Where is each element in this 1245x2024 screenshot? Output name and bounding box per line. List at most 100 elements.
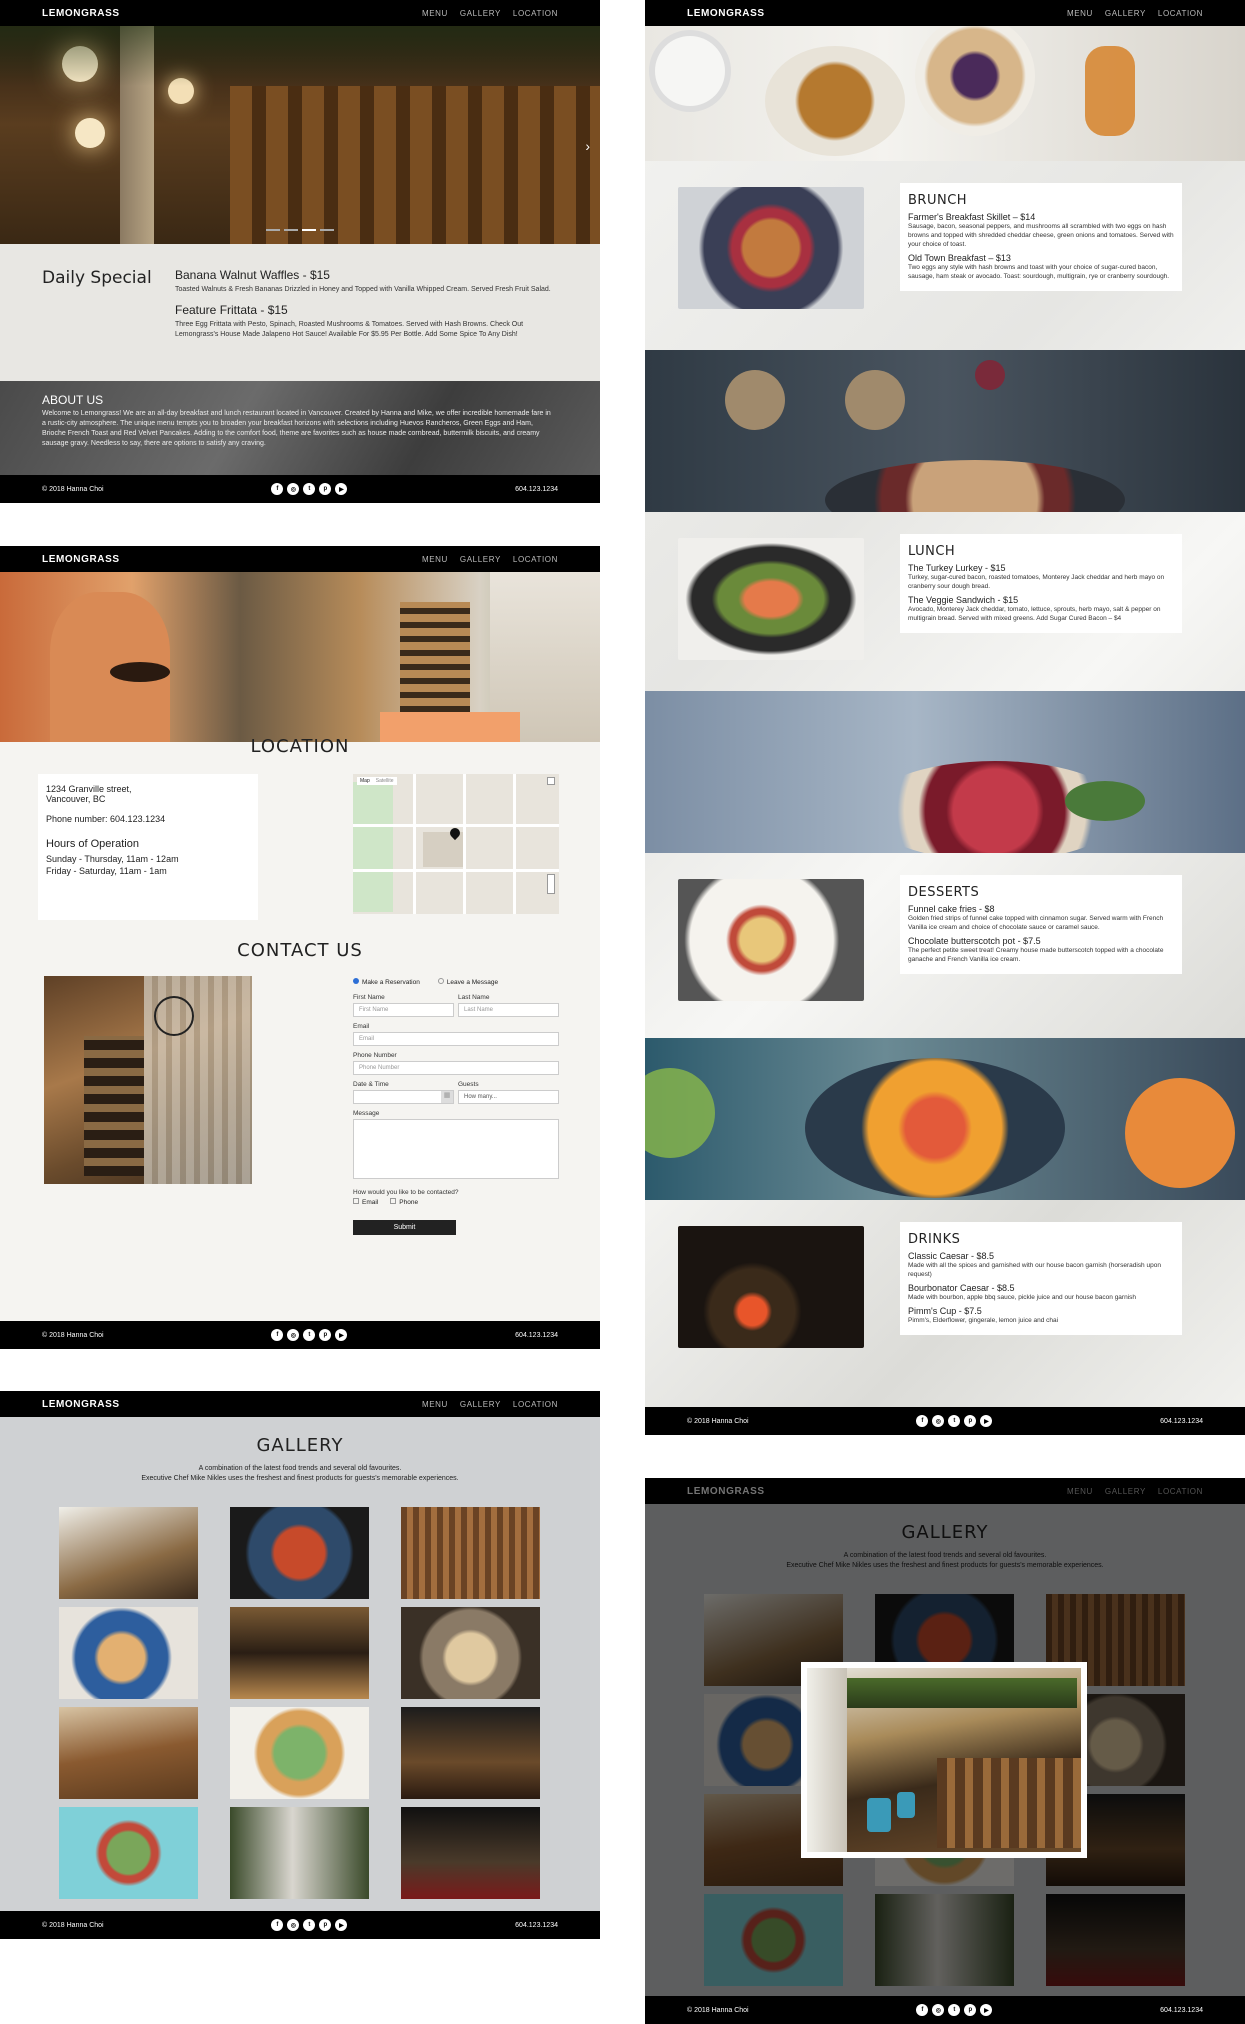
gallery-photo[interactable] [230,1507,369,1599]
twitter-icon[interactable]: t [303,483,316,495]
lunch-item-1-desc: Turkey, sugar-cured bacon, roasted tomat… [908,574,1165,590]
instagram-icon[interactable]: ◎ [287,1329,300,1341]
brand-logo[interactable]: LEMONGRASS [687,8,765,19]
date-field[interactable]: ▦ [353,1090,454,1104]
youtube-icon[interactable]: ▶ [335,1329,348,1341]
lightbox-photo[interactable] [801,1662,1087,1858]
hours-heading: Hours of Operation [46,838,139,850]
lunch-heading: LUNCH [908,544,956,559]
nav-menu[interactable]: MENU [1067,9,1093,18]
brand-logo[interactable]: LEMONGRASS [42,554,120,565]
facebook-icon[interactable]: f [271,483,284,495]
facebook-icon[interactable]: f [271,1329,284,1341]
twitter-icon[interactable]: t [303,1329,316,1341]
nav-gallery[interactable]: GALLERY [460,1400,501,1409]
instagram-icon[interactable]: ◎ [287,1919,300,1931]
lunch-item-2: The Veggie Sandwich - $15 [908,595,1019,605]
nav-location[interactable]: LOCATION [513,9,558,18]
first-name-field[interactable]: First Name [353,1003,454,1017]
pinterest-icon[interactable]: p [319,1329,332,1341]
radio-reservation[interactable]: Make a Reservation [353,978,420,986]
address-card: 1234 Granville street, Vancouver, BC Pho… [38,774,258,920]
menu-page: LEMONGRASS MENU GALLERY LOCATION BRUNCH … [645,0,1245,1435]
nav-gallery[interactable]: GALLERY [1105,9,1146,18]
footer-phone: 604.123.1234 [515,1331,558,1339]
youtube-icon[interactable]: ▶ [980,2004,993,2016]
brand-logo[interactable]: LEMONGRASS [42,8,120,19]
top-nav: LEMONGRASS MENU GALLERY LOCATION [0,546,600,572]
email-label: Email [353,1023,370,1030]
nav-gallery[interactable]: GALLERY [460,9,501,18]
map-tab-map[interactable]: Map [357,777,373,785]
guests-select[interactable]: How many... [458,1090,559,1104]
checkbox-phone[interactable]: Phone [390,1198,418,1206]
map-zoom-controls[interactable] [547,874,555,894]
brand-logo[interactable]: LEMONGRASS [42,1399,120,1410]
instagram-icon[interactable]: ◎ [932,1415,945,1427]
copyright: © 2018 Hanna Choi [42,1921,104,1929]
facebook-icon[interactable]: f [916,2004,929,2016]
nav-gallery[interactable]: GALLERY [460,555,501,564]
checkbox-email[interactable]: Email [353,1198,378,1206]
interior-photo [44,976,252,1184]
nav-menu[interactable]: MENU [422,9,448,18]
gallery-photo[interactable] [230,1607,369,1699]
carousel-next-icon[interactable]: › [585,138,590,154]
gallery-photo[interactable] [401,1707,540,1799]
brunch-banner-photo [645,26,1245,161]
footer-phone: 604.123.1234 [1160,1417,1203,1425]
nav-location[interactable]: LOCATION [513,555,558,564]
twitter-icon[interactable]: t [948,2004,961,2016]
pinterest-icon[interactable]: p [964,2004,977,2016]
desserts-dish-photo [678,879,864,1001]
gallery-photo[interactable] [59,1707,198,1799]
youtube-icon[interactable]: ▶ [980,1415,993,1427]
gallery-photo[interactable] [401,1507,540,1599]
gallery-page: LEMONGRASS MENU GALLERY LOCATION GALLERY… [0,1391,600,1939]
pinterest-icon[interactable]: p [319,483,332,495]
gallery-photo[interactable] [230,1707,369,1799]
calendar-icon[interactable]: ▦ [441,1091,453,1103]
gallery-photo[interactable] [59,1607,198,1699]
submit-button[interactable]: Submit [353,1220,456,1235]
nav-location[interactable]: LOCATION [1158,9,1203,18]
email-field[interactable]: Email [353,1032,559,1046]
gallery-photo[interactable] [401,1607,540,1699]
instagram-icon[interactable]: ◎ [932,2004,945,2016]
youtube-icon[interactable]: ▶ [335,1919,348,1931]
lunch-item-2-desc: Avocado, Monterey Jack cheddar, tomato, … [908,606,1161,622]
gallery-photo[interactable] [59,1807,198,1899]
map-fullscreen-icon[interactable] [547,777,555,785]
gallery-photo[interactable] [59,1507,198,1599]
youtube-icon[interactable]: ▶ [335,483,348,495]
phone-field[interactable]: Phone Number [353,1061,559,1075]
footer: © 2018 Hanna Choi f ◎ t p ▶ 604.123.1234 [0,1911,600,1939]
special-item-1-title: Banana Walnut Waffles - $15 [175,268,330,282]
radio-message[interactable]: Leave a Message [437,978,498,986]
pinterest-icon[interactable]: p [964,1415,977,1427]
phone-label: Phone Number [353,1052,397,1059]
message-textarea[interactable] [353,1119,559,1179]
pinterest-icon[interactable]: p [319,1919,332,1931]
facebook-icon[interactable]: f [916,1415,929,1427]
footer-phone: 604.123.1234 [515,1921,558,1929]
desserts-item-2-desc: The perfect petite sweet treat! Creamy h… [908,947,1164,963]
gallery-photo[interactable] [401,1807,540,1899]
nav-menu[interactable]: MENU [422,555,448,564]
carousel-dots[interactable] [266,229,334,231]
gallery-photo[interactable] [230,1807,369,1899]
last-name-field[interactable]: Last Name [458,1003,559,1017]
instagram-icon[interactable]: ◎ [287,483,300,495]
desserts-banner-photo [645,691,1245,853]
twitter-icon[interactable]: t [948,1415,961,1427]
desserts-card: DESSERTS Funnel cake fries - $8 Golden f… [900,875,1182,974]
nav-menu[interactable]: MENU [422,1400,448,1409]
facebook-icon[interactable]: f [271,1919,284,1931]
nav-location[interactable]: LOCATION [513,1400,558,1409]
map-tab-satellite[interactable]: Satellite [373,777,397,785]
location-page: LEMONGRASS MENU GALLERY LOCATION LOCATIO… [0,546,600,1349]
twitter-icon[interactable]: t [303,1919,316,1931]
map-embed[interactable]: Map Satellite [353,774,559,914]
copyright: © 2018 Hanna Choi [42,1331,104,1339]
gallery-grid [59,1507,540,1899]
